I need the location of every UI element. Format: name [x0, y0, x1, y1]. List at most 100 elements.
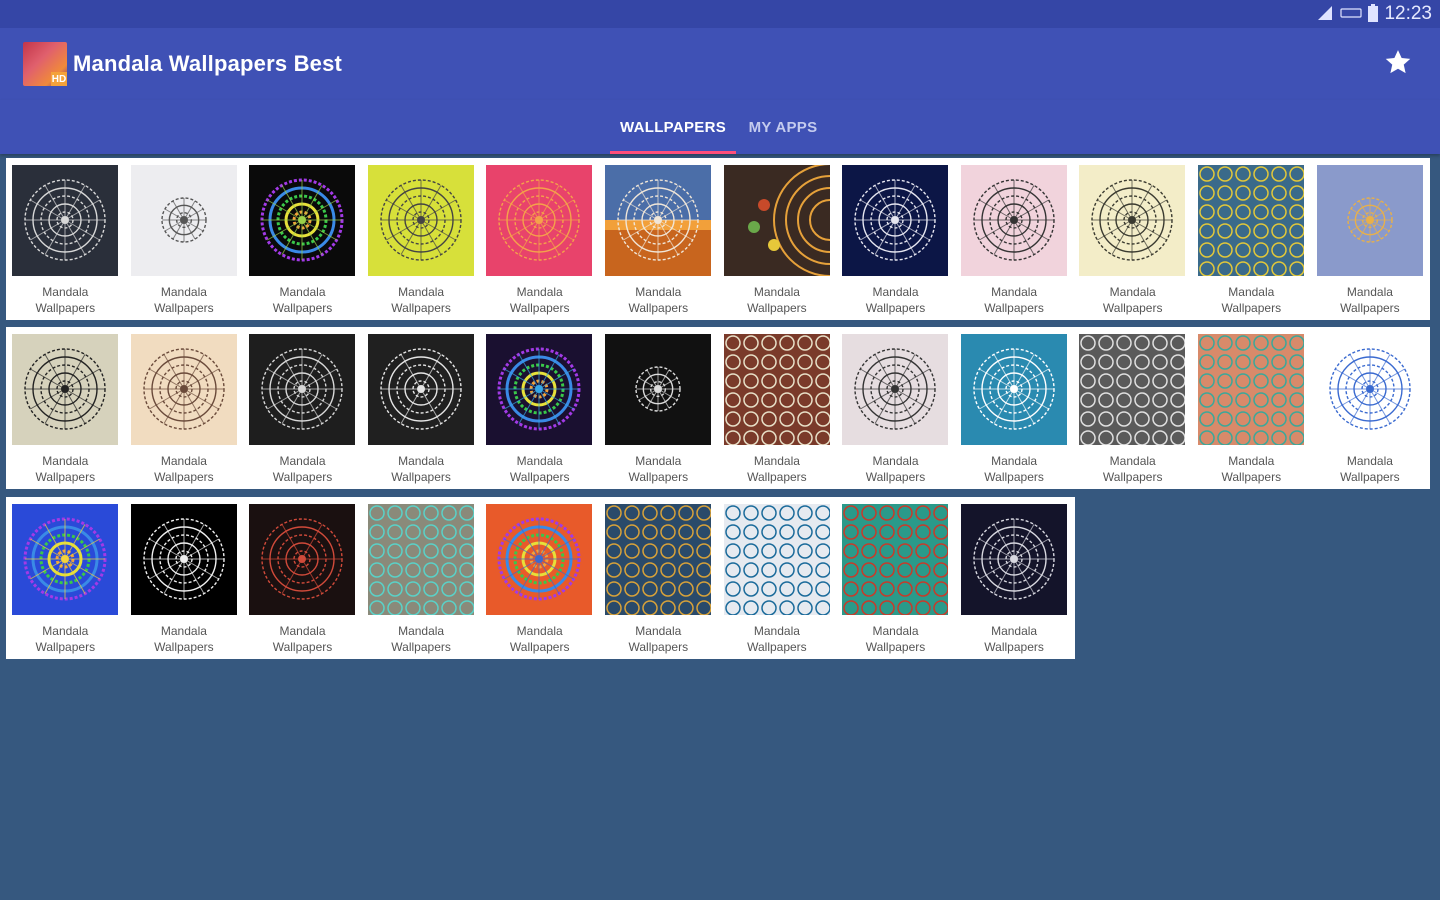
- wallpaper-label-line2: Wallpapers: [1102, 301, 1163, 315]
- wallpaper-label-line2: Wallpapers: [984, 470, 1044, 484]
- wallpaper-tile[interactable]: Mandala Wallpapers: [599, 327, 718, 489]
- wallpaper-thumbnail[interactable]: [12, 334, 118, 445]
- wallpaper-thumbnail[interactable]: [1079, 165, 1186, 276]
- wallpaper-label: Mandala Wallpapers: [599, 623, 718, 655]
- tab-my-apps[interactable]: MY APPS: [736, 100, 830, 154]
- wallpaper-row-1: Mandala Wallpapers Mandala Wallpapers Mandal…: [6, 158, 1430, 320]
- wallpaper-tile[interactable]: Mandala Wallpapers: [955, 497, 1074, 659]
- wallpaper-tile[interactable]: Mandala Wallpapers: [362, 327, 481, 489]
- wallpaper-label-line1: Mandala: [753, 285, 800, 299]
- wallpaper-thumbnail[interactable]: [249, 165, 356, 276]
- wallpaper-thumbnail[interactable]: [249, 334, 356, 445]
- wallpaper-tile[interactable]: Mandala Wallpapers: [6, 327, 125, 489]
- wallpaper-label-line1: Mandala: [872, 454, 919, 468]
- wallpaper-tile[interactable]: Mandala Wallpapers: [362, 497, 481, 659]
- wallpaper-tile[interactable]: Mandala Wallpapers: [836, 158, 955, 320]
- wallpaper-tile[interactable]: Mandala Wallpapers: [243, 158, 362, 320]
- wallpaper-tile[interactable]: Mandala Wallpapers: [1311, 158, 1430, 320]
- wallpaper-tile[interactable]: Mandala Wallpapers: [599, 158, 718, 320]
- wallpaper-tile[interactable]: Mandala Wallpapers: [362, 158, 481, 320]
- wallpaper-tile[interactable]: Mandala Wallpapers: [955, 327, 1074, 489]
- wallpaper-thumbnail[interactable]: [605, 504, 711, 615]
- wallpaper-thumbnail[interactable]: [960, 165, 1067, 276]
- wallpaper-tile[interactable]: Mandala Wallpapers: [1192, 327, 1311, 489]
- wallpaper-thumbnail[interactable]: [605, 165, 711, 276]
- wallpaper-tile[interactable]: Mandala Wallpapers: [6, 497, 125, 659]
- wallpaper-thumbnail[interactable]: [1316, 165, 1423, 276]
- wallpaper-thumbnail[interactable]: [723, 165, 830, 276]
- wallpaper-thumbnail[interactable]: [842, 504, 949, 615]
- wallpaper-thumbnail[interactable]: [1198, 334, 1304, 445]
- wallpaper-label: Mandala Wallpapers: [125, 453, 244, 485]
- wallpaper-thumbnail[interactable]: [367, 334, 474, 445]
- wallpaper-thumbnail[interactable]: [367, 165, 474, 276]
- wallpaper-tile[interactable]: Mandala Wallpapers: [718, 327, 837, 489]
- status-bar: 12:23: [0, 0, 1440, 28]
- wallpaper-label-line1: Mandala: [398, 454, 445, 468]
- wallpaper-label-line2: Wallpapers: [865, 470, 926, 484]
- wallpaper-label-line1: Mandala: [991, 624, 1038, 638]
- wallpaper-thumbnail[interactable]: [12, 504, 118, 615]
- wallpaper-thumbnail[interactable]: [486, 504, 593, 615]
- wallpaper-tile[interactable]: Mandala Wallpapers: [480, 158, 599, 320]
- wallpaper-label: Mandala Wallpapers: [362, 623, 481, 655]
- wallpaper-thumbnail[interactable]: [130, 334, 237, 445]
- favorite-button[interactable]: [1380, 44, 1416, 80]
- wallpaper-label-line1: Mandala: [753, 624, 800, 638]
- wallpaper-tile[interactable]: Mandala Wallpapers: [125, 497, 244, 659]
- wallpaper-tile[interactable]: Mandala Wallpapers: [718, 497, 837, 659]
- wallpaper-tile[interactable]: Mandala Wallpapers: [1311, 327, 1430, 489]
- wallpaper-thumbnail[interactable]: [130, 504, 237, 615]
- wallpaper-thumbnail[interactable]: [486, 165, 593, 276]
- wallpaper-tile[interactable]: Mandala Wallpapers: [599, 497, 718, 659]
- wallpaper-tile[interactable]: Mandala Wallpapers: [125, 158, 244, 320]
- wallpaper-label-line2: Wallpapers: [628, 301, 689, 315]
- wallpaper-thumbnail[interactable]: [723, 504, 830, 615]
- wallpaper-tile[interactable]: Mandala Wallpapers: [480, 327, 599, 489]
- wallpaper-tile[interactable]: Mandala Wallpapers: [243, 327, 362, 489]
- wallpaper-thumbnail[interactable]: [1316, 334, 1423, 445]
- wallpaper-thumbnail[interactable]: [960, 504, 1067, 615]
- wallpaper-tile[interactable]: Mandala Wallpapers: [718, 158, 837, 320]
- wallpaper-label-line1: Mandala: [42, 624, 89, 638]
- wallpaper-label-line2: Wallpapers: [509, 470, 570, 484]
- wallpaper-thumbnail[interactable]: [605, 334, 711, 445]
- wallpaper-label: Mandala Wallpapers: [836, 284, 955, 316]
- wallpaper-tile[interactable]: Mandala Wallpapers: [1073, 158, 1192, 320]
- wallpaper-label-line2: Wallpapers: [391, 640, 451, 654]
- wallpaper-thumbnail[interactable]: [1198, 165, 1304, 276]
- tab-wallpapers[interactable]: WALLPAPERS: [610, 100, 736, 154]
- wallpaper-thumbnail[interactable]: [367, 504, 474, 615]
- wallpaper-label: Mandala Wallpapers: [243, 623, 362, 655]
- wallpaper-thumbnail[interactable]: [12, 165, 118, 276]
- wallpaper-tile[interactable]: Mandala Wallpapers: [955, 158, 1074, 320]
- wallpaper-label-line2: Wallpapers: [1102, 470, 1163, 484]
- wallpaper-thumbnail[interactable]: [960, 334, 1067, 445]
- wallpaper-thumbnail[interactable]: [1079, 334, 1186, 445]
- wallpaper-tile[interactable]: Mandala Wallpapers: [1192, 158, 1311, 320]
- wallpaper-label-line2: Wallpapers: [747, 640, 807, 654]
- wallpaper-thumbnail[interactable]: [486, 334, 593, 445]
- wallpaper-label: Mandala Wallpapers: [6, 453, 125, 485]
- wallpaper-tile[interactable]: Mandala Wallpapers: [243, 497, 362, 659]
- wallpaper-label: Mandala Wallpapers: [480, 623, 599, 655]
- wallpaper-thumbnail[interactable]: [842, 165, 949, 276]
- wallpaper-label: Mandala Wallpapers: [125, 623, 244, 655]
- wallpaper-tile[interactable]: Mandala Wallpapers: [836, 327, 955, 489]
- wallpaper-label-line1: Mandala: [1109, 454, 1156, 468]
- wallpaper-label-line2: Wallpapers: [272, 470, 333, 484]
- wallpaper-label-line2: Wallpapers: [747, 470, 807, 484]
- wallpaper-thumbnail[interactable]: [249, 504, 356, 615]
- wallpaper-tile[interactable]: Mandala Wallpapers: [480, 497, 599, 659]
- wallpaper-tile[interactable]: Mandala Wallpapers: [1073, 327, 1192, 489]
- wallpaper-tile[interactable]: Mandala Wallpapers: [836, 497, 955, 659]
- wallpaper-label-line1: Mandala: [516, 454, 563, 468]
- wallpaper-thumbnail[interactable]: [130, 165, 237, 276]
- wallpaper-label-line1: Mandala: [1109, 285, 1156, 299]
- wallpaper-thumbnail[interactable]: [723, 334, 830, 445]
- wallpaper-tile[interactable]: Mandala Wallpapers: [125, 327, 244, 489]
- wallpaper-thumbnail[interactable]: [842, 334, 949, 445]
- wallpaper-label-line2: Wallpapers: [747, 301, 807, 315]
- star-icon: [1385, 50, 1411, 74]
- wallpaper-tile[interactable]: Mandala Wallpapers: [6, 158, 125, 320]
